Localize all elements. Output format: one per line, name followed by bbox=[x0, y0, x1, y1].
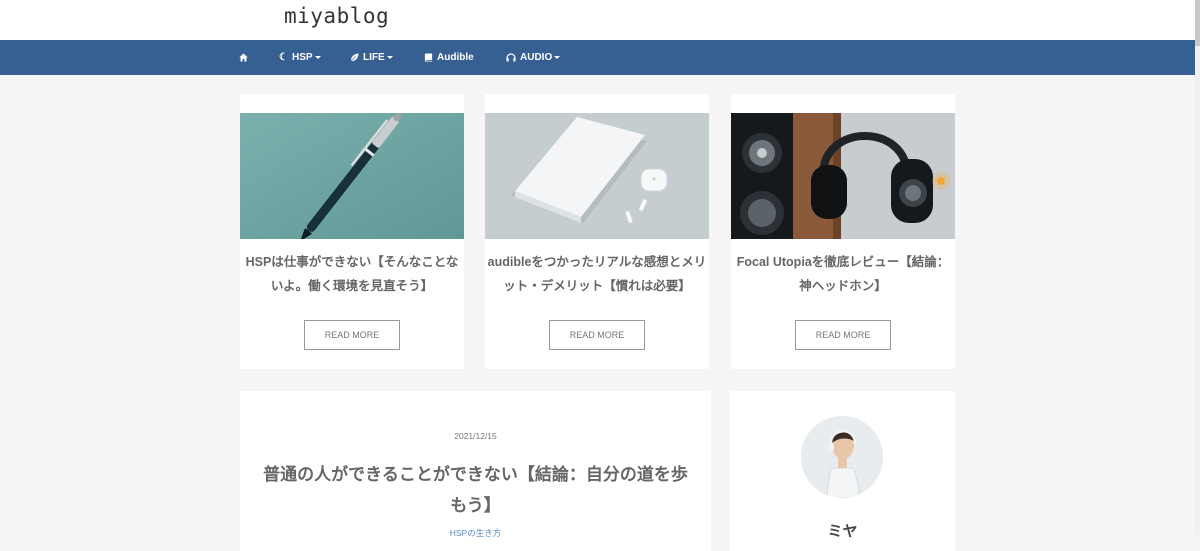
post-card: audibleをつかったリアルな感想とメリット・デメリット【慣れは必要】 REA… bbox=[485, 94, 709, 369]
post-thumbnail-pen[interactable] bbox=[240, 113, 464, 239]
post-date: 2021/12/15 bbox=[454, 431, 497, 441]
read-more-button[interactable]: READ MORE bbox=[795, 320, 891, 350]
page-scrollbar[interactable] bbox=[1195, 0, 1200, 535]
post-thumbnail-notebook[interactable] bbox=[485, 113, 709, 239]
profile-name: ミヤ bbox=[827, 523, 858, 540]
leaf-icon bbox=[350, 53, 359, 62]
nav-item-audible[interactable]: Audible bbox=[424, 40, 474, 75]
nav-item-audio-label: AUDIO bbox=[520, 52, 553, 63]
scrollbar-thumb[interactable] bbox=[1195, 0, 1200, 46]
read-more-button[interactable]: READ MORE bbox=[549, 320, 645, 350]
nav-item-audio[interactable]: AUDIO bbox=[506, 40, 561, 75]
profile-widget: ミヤ bbox=[730, 391, 955, 551]
moon-icon: ☾ bbox=[279, 51, 288, 63]
post-title[interactable]: audibleをつかったリアルな感想とメリット・デメリット【慣れは必要】 bbox=[485, 250, 709, 298]
nav-item-hsp-label: HSP bbox=[291, 52, 313, 63]
post-title[interactable]: Focal Utopiaを徹底レビュー【結論：神ヘッドホン】 bbox=[731, 250, 955, 298]
post-title[interactable]: HSPは仕事ができない【そんなことないよ。働く環境を見直そう】 bbox=[240, 250, 464, 298]
home-icon bbox=[239, 53, 248, 62]
category-link[interactable]: HSPの生き方 bbox=[240, 527, 711, 539]
site-header: miyablog bbox=[0, 0, 1200, 40]
headphones-icon bbox=[506, 53, 516, 62]
article-entry: 2021/12/15 普通の人ができることができない【結論：自分の道を歩もう】 … bbox=[240, 391, 711, 551]
post-card: HSPは仕事ができない【そんなことないよ。働く環境を見直そう】 READ MOR… bbox=[240, 94, 464, 369]
nav-item-life-label: LIFE bbox=[363, 52, 385, 63]
chevron-down-icon bbox=[554, 56, 561, 59]
nav-item-home[interactable] bbox=[239, 40, 248, 75]
nav-item-life[interactable]: LIFE bbox=[350, 40, 393, 75]
article-title[interactable]: 普通の人ができることができない【結論：自分の道を歩もう】 bbox=[262, 459, 689, 521]
nav-item-hsp[interactable]: ☾ HSP bbox=[279, 40, 321, 75]
nav-item-audible-label: Audible bbox=[437, 52, 474, 63]
avatar bbox=[801, 416, 883, 498]
post-thumbnail-headphones[interactable] bbox=[731, 113, 955, 239]
global-nav: ☾ HSP LIFE Audible AUDIO bbox=[0, 40, 1195, 75]
site-logo[interactable]: miyablog bbox=[284, 4, 389, 28]
post-card: Focal Utopiaを徹底レビュー【結論：神ヘッドホン】 READ MORE bbox=[731, 94, 955, 369]
chevron-down-icon bbox=[314, 56, 321, 59]
chevron-down-icon bbox=[386, 56, 393, 59]
read-more-button[interactable]: READ MORE bbox=[304, 320, 400, 350]
book-icon bbox=[424, 53, 433, 62]
